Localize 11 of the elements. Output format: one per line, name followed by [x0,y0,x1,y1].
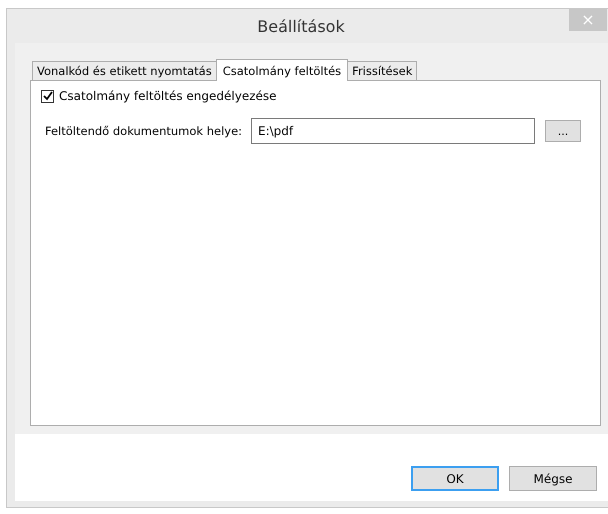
tab[interactable]: Frissítések [347,61,418,80]
browse-button[interactable]: ... [545,120,581,142]
tab[interactable]: Csatolmány feltöltés [216,59,348,81]
field-label: Feltöltendő dokumentumok helye: [45,124,244,138]
checkbox-label: Csatolmány feltöltés engedélyezése [59,89,277,103]
folder-input-field[interactable]: E:\pdf [251,118,535,144]
cancel-button[interactable]: Mégse [509,466,597,491]
window-title: Beállítások [257,16,345,36]
ok-button[interactable]: OK [411,466,499,491]
checkbox[interactable] [41,90,54,102]
tab[interactable]: Vonalkód és etikett nyomtatás [32,61,217,80]
